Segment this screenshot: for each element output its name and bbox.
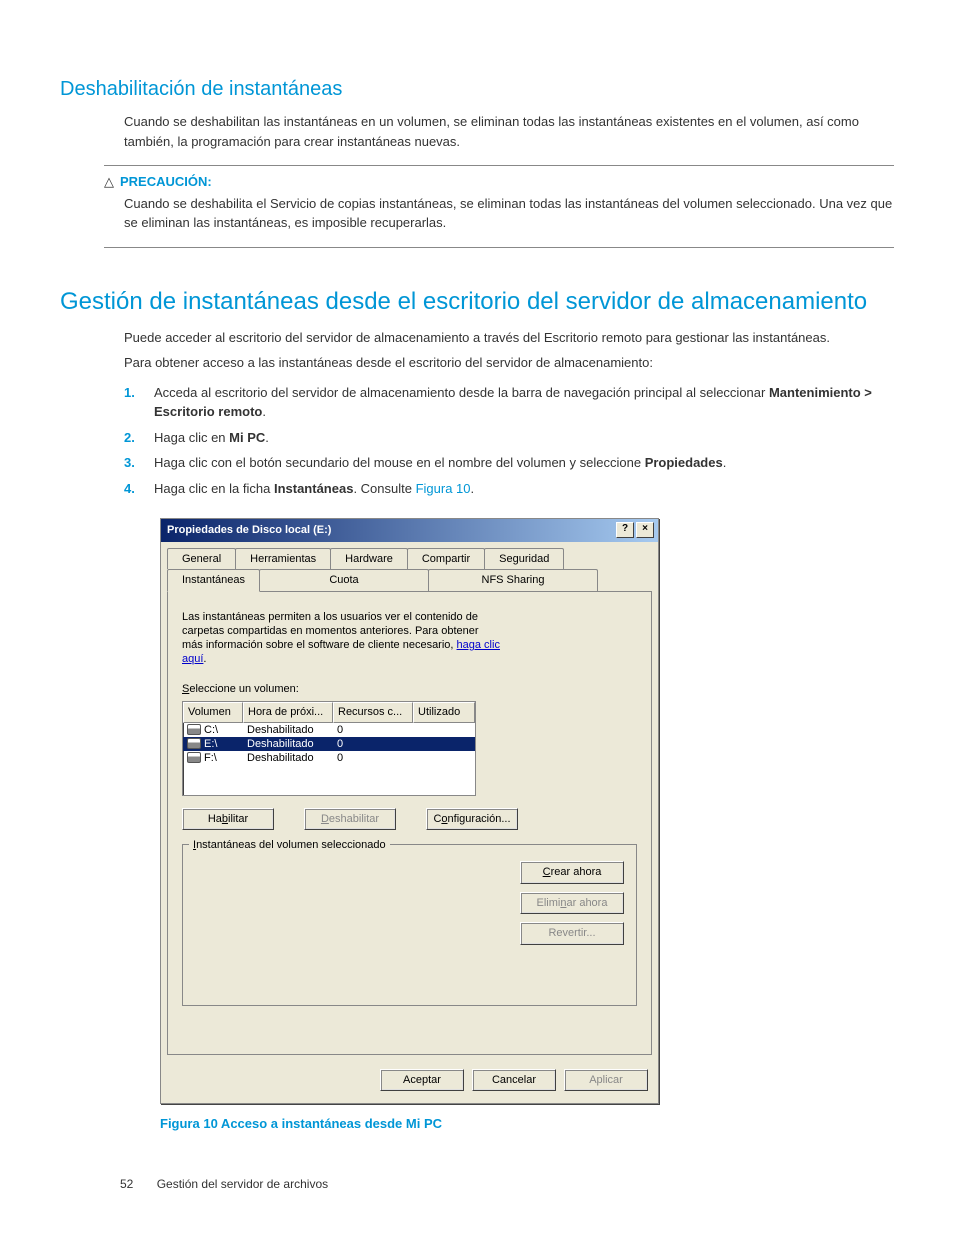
tab-description: Las instantáneas permiten a los usuarios… bbox=[182, 610, 502, 667]
tab-hardware[interactable]: Hardware bbox=[330, 548, 408, 570]
step-4: 4. Haga clic en la ficha Instantáneas. C… bbox=[124, 479, 894, 499]
tab-general[interactable]: General bbox=[167, 548, 236, 570]
step-1: 1. Acceda al escritorio del servidor de … bbox=[124, 383, 894, 422]
tab-instantaneas[interactable]: Instantáneas bbox=[167, 569, 260, 592]
config-button[interactable]: Configuración... bbox=[426, 808, 518, 831]
drive-icon bbox=[187, 724, 201, 735]
groupbox-title: Instantáneas del volumen seleccionado bbox=[189, 837, 390, 854]
snapshots-groupbox: Instantáneas del volumen seleccionado Cr… bbox=[182, 844, 637, 1006]
dialog-title: Propiedades de Disco local (E:) bbox=[165, 522, 331, 539]
page-footer: 52 Gestión del servidor de archivos bbox=[120, 1149, 328, 1219]
volume-list[interactable]: Volumen Hora de próxi... Recursos c... U… bbox=[182, 701, 476, 796]
close-button[interactable]: × bbox=[636, 522, 654, 538]
properties-dialog: Propiedades de Disco local (E:) ? × Gene… bbox=[160, 518, 659, 1104]
enable-button[interactable]: Habilitar bbox=[182, 808, 274, 831]
steps-list: 1. Acceda al escritorio del servidor de … bbox=[124, 383, 894, 499]
list-row-e[interactable]: E:\ Deshabilitado 0 bbox=[183, 737, 475, 751]
disable-button[interactable]: Deshabilitar bbox=[304, 808, 396, 831]
section-heading-1: Deshabilitación de instantáneas bbox=[60, 74, 894, 104]
list-empty-space bbox=[183, 765, 475, 795]
section2-para2: Para obtener acceso a las instantáneas d… bbox=[124, 353, 874, 373]
section2-para1: Puede acceder al escritorio del servidor… bbox=[124, 328, 874, 348]
tab-nfs[interactable]: NFS Sharing bbox=[428, 569, 598, 591]
tab-compartir[interactable]: Compartir bbox=[407, 548, 485, 570]
section1-para: Cuando se deshabilitan las instantáneas … bbox=[124, 112, 874, 151]
help-button[interactable]: ? bbox=[616, 522, 634, 538]
tab-seguridad[interactable]: Seguridad bbox=[484, 548, 564, 570]
drive-icon bbox=[187, 752, 201, 763]
col-volumen[interactable]: Volumen bbox=[183, 702, 243, 723]
titlebar: Propiedades de Disco local (E:) ? × bbox=[161, 519, 658, 542]
tab-herramientas[interactable]: Herramientas bbox=[235, 548, 331, 570]
cancel-button[interactable]: Cancelar bbox=[472, 1069, 556, 1092]
ok-button[interactable]: Aceptar bbox=[380, 1069, 464, 1092]
section-heading-2: Gestión de instantáneas desde el escrito… bbox=[60, 284, 894, 320]
tabs-row-1: General Herramientas Hardware Compartir … bbox=[167, 548, 652, 570]
select-volume-label: Seleccione un volumen: bbox=[182, 681, 637, 698]
caution-label: PRECAUCIÓN: bbox=[120, 172, 212, 192]
col-recursos[interactable]: Recursos c... bbox=[333, 702, 413, 723]
col-hora[interactable]: Hora de próxi... bbox=[243, 702, 333, 723]
list-row-f[interactable]: F:\ Deshabilitado 0 bbox=[183, 751, 475, 765]
apply-button[interactable]: Aplicar bbox=[564, 1069, 648, 1092]
create-now-button[interactable]: Crear ahora bbox=[520, 861, 624, 884]
revert-button[interactable]: Revertir... bbox=[520, 922, 624, 945]
tab-content: Las instantáneas permiten a los usuarios… bbox=[167, 591, 652, 1055]
warning-icon: △ bbox=[104, 172, 114, 192]
col-utilizado[interactable]: Utilizado bbox=[413, 702, 475, 723]
rule-top bbox=[104, 165, 894, 166]
list-header: Volumen Hora de próxi... Recursos c... U… bbox=[183, 702, 475, 723]
figure-link[interactable]: Figura 10 bbox=[416, 481, 471, 496]
page-number: 52 bbox=[120, 1177, 133, 1191]
list-row-c[interactable]: C:\ Deshabilitado 0 bbox=[183, 723, 475, 737]
figure-caption: Figura 10 Acceso a instantáneas desde Mi… bbox=[160, 1114, 894, 1134]
chapter-title: Gestión del servidor de archivos bbox=[157, 1177, 328, 1191]
drive-icon bbox=[187, 738, 201, 749]
delete-now-button[interactable]: Eliminar ahora bbox=[520, 892, 624, 915]
tabs-row-2: Instantáneas Cuota NFS Sharing bbox=[167, 569, 652, 591]
tab-cuota[interactable]: Cuota bbox=[259, 569, 429, 591]
step-2: 2. Haga clic en Mi PC. bbox=[124, 428, 894, 448]
rule-bottom bbox=[104, 247, 894, 248]
caution-text: Cuando se deshabilita el Servicio de cop… bbox=[124, 196, 892, 231]
step-3: 3. Haga clic con el botón secundario del… bbox=[124, 453, 894, 473]
